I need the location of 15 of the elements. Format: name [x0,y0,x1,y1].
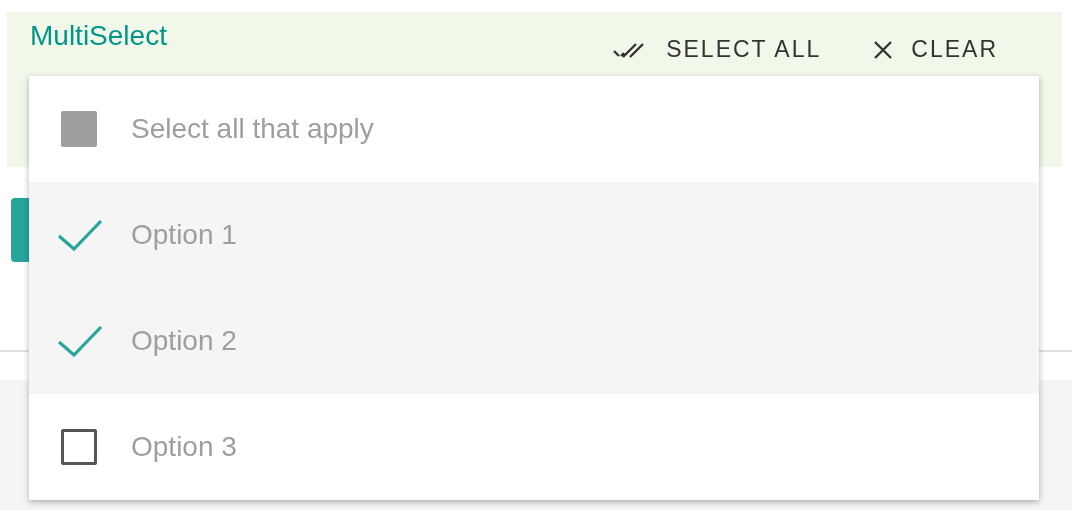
option-label: Option 3 [131,431,237,463]
option-label: Option 1 [131,219,237,251]
option-label: Select all that apply [131,113,374,145]
field-title: MultiSelect [30,20,167,52]
close-icon [873,39,894,60]
select-all-button[interactable]: SELECT ALL [608,34,826,65]
option-label: Option 2 [131,325,237,357]
clear-button[interactable]: CLEAR [869,34,1002,65]
menu-option[interactable]: Option 3 [29,394,1039,500]
checkbox[interactable] [61,429,97,465]
menu-option[interactable]: Option 1 [29,182,1039,288]
check-icon [57,219,103,251]
checkbox-disabled-icon [61,111,97,147]
check-icon [57,325,103,357]
menu-option[interactable]: Option 2 [29,288,1039,394]
